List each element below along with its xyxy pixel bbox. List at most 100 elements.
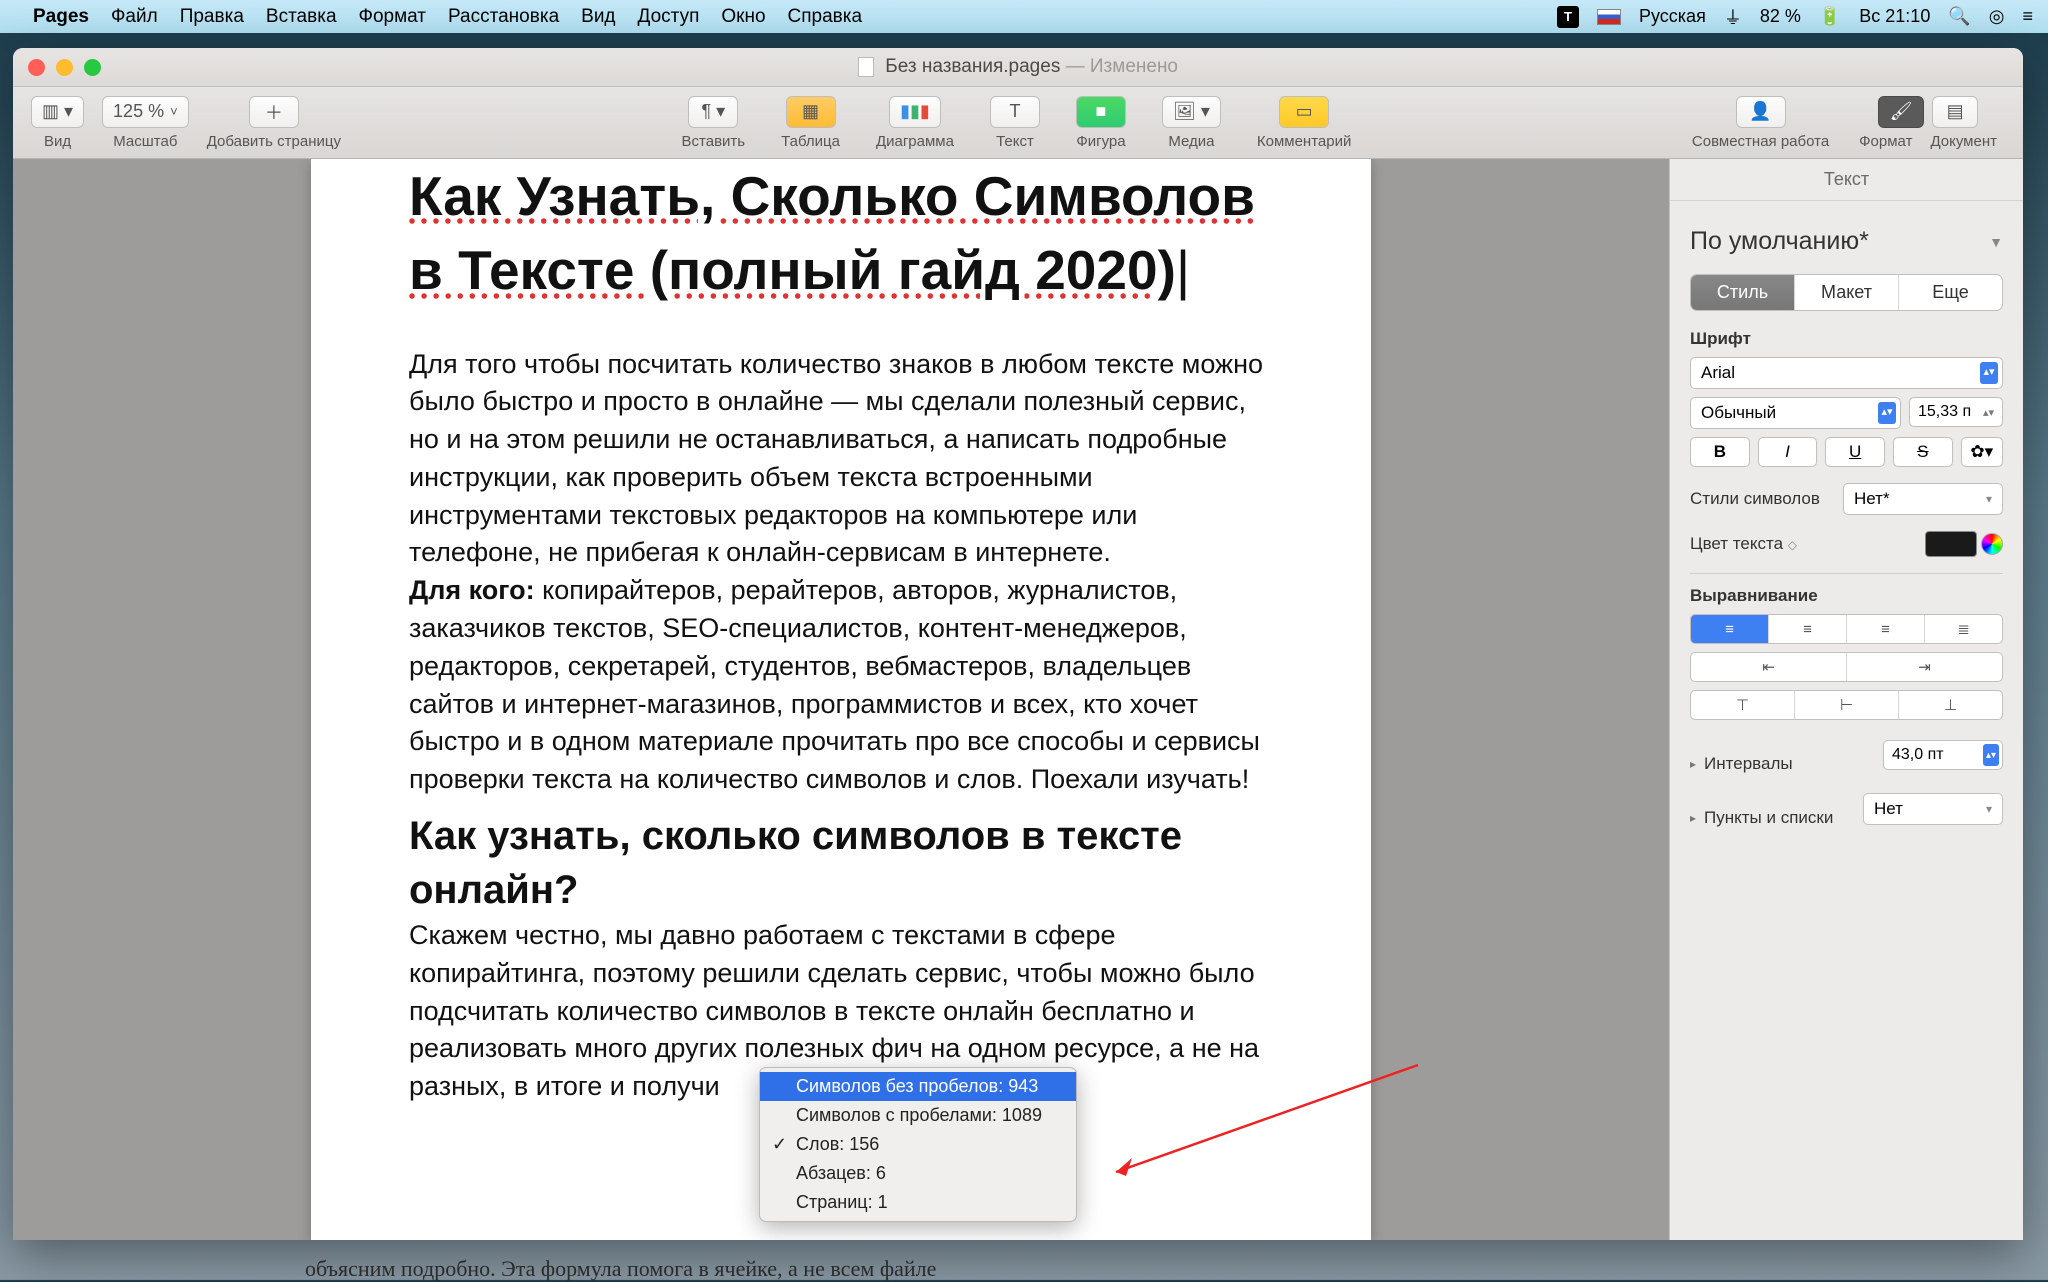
italic-button[interactable]: I	[1758, 437, 1818, 467]
lists-picker[interactable]: Нет▾	[1863, 793, 2003, 825]
document-icon	[858, 57, 874, 77]
valign-top[interactable]: ⊤	[1691, 691, 1795, 719]
window-title: Без названия.pages — Изменено	[13, 56, 2023, 78]
document-label: Документ	[1930, 133, 1997, 150]
outdent-button[interactable]: ⇤	[1691, 653, 1847, 681]
bold-button[interactable]: B	[1690, 437, 1750, 467]
align-right[interactable]: ≡	[1847, 615, 1925, 643]
word-count-popup[interactable]: Символов без пробелов: 943 Символов с пр…	[759, 1067, 1077, 1222]
collaborate-button[interactable]: 👤	[1736, 96, 1786, 128]
font-weight-picker[interactable]: Обычный▴▾	[1690, 397, 1901, 429]
char-styles-picker[interactable]: Нет*▾	[1843, 483, 2003, 515]
inspector-title: Текст	[1670, 159, 2023, 201]
strikethrough-button[interactable]: S	[1893, 437, 1953, 467]
collab-label: Совместная работа	[1692, 133, 1829, 150]
wc-chars-no-spaces[interactable]: Символов без пробелов: 943	[760, 1072, 1076, 1101]
font-family-picker[interactable]: Arial▴▾	[1690, 357, 2003, 389]
valign-bottom[interactable]: ⊥	[1899, 691, 2002, 719]
tab-layout[interactable]: Макет	[1795, 275, 1899, 310]
font-size-stepper[interactable]: 15,33 п▴▾	[1909, 397, 2003, 427]
menu-file[interactable]: Файл	[111, 6, 158, 28]
underline-button[interactable]: U	[1825, 437, 1885, 467]
toolbar: ▥ ▾ Вид 125 %˅ Масштаб ＋ Добавить страни…	[13, 87, 2023, 159]
char-styles-label: Стили символов	[1690, 489, 1820, 509]
align-justify[interactable]: ≣	[1925, 615, 2002, 643]
spotlight-icon[interactable]: 🔍	[1948, 6, 1970, 27]
menu-help[interactable]: Справка	[788, 6, 863, 28]
font-label: Шрифт	[1690, 329, 2003, 349]
doc-heading-2[interactable]: Как узнать, сколько символов в тексте он…	[409, 809, 1273, 917]
media-button[interactable]: 🖼 ▾	[1162, 96, 1221, 128]
doc-paragraph-1[interactable]: Для того чтобы посчитать количество знак…	[409, 346, 1273, 573]
table-label: Таблица	[781, 133, 840, 150]
font-options-button[interactable]: ✿▾	[1961, 437, 2003, 467]
document-button[interactable]: ▤	[1932, 96, 1978, 128]
insert-button[interactable]: ¶ ▾	[688, 96, 738, 128]
canvas-area[interactable]: Как Узнать, Сколько Символов в Тексте (п…	[13, 159, 1669, 1240]
menu-view[interactable]: Вид	[581, 6, 615, 28]
text-input-icon[interactable]: T	[1557, 6, 1579, 28]
siri-icon[interactable]: ◎	[1989, 6, 2005, 27]
wifi-icon[interactable]: ⏚	[1724, 4, 1742, 30]
pages-window: Без названия.pages — Изменено ▥ ▾ Вид 12…	[13, 48, 2023, 1240]
text-color-label: Цвет текста ◇	[1690, 534, 1797, 554]
format-label: Формат	[1859, 133, 1912, 150]
input-language[interactable]: Русская	[1639, 6, 1706, 27]
valign-middle[interactable]: ⊢	[1795, 691, 1899, 719]
menu-arrange[interactable]: Расстановка	[448, 6, 559, 28]
color-wheel-button[interactable]	[1981, 533, 2003, 555]
menu-window[interactable]: Окно	[721, 6, 765, 28]
menubar: Pages Файл Правка Вставка Формат Расстан…	[0, 0, 2048, 33]
tab-more[interactable]: Еще	[1899, 275, 2002, 310]
app-name[interactable]: Pages	[33, 6, 89, 28]
text-button[interactable]: T	[990, 96, 1040, 128]
shape-label: Фигура	[1076, 133, 1125, 150]
view-label: Вид	[44, 133, 71, 150]
spacing-disclosure[interactable]: ▸Интервалы	[1690, 754, 1793, 774]
vertical-alignment[interactable]: ⊤ ⊢ ⊥	[1690, 690, 2003, 720]
menu-edit[interactable]: Правка	[180, 6, 244, 28]
titlebar: Без названия.pages — Изменено	[13, 48, 2023, 87]
spacing-value[interactable]: 43,0 пт▴▾	[1883, 740, 2003, 770]
align-left[interactable]: ≡	[1691, 615, 1769, 643]
chart-button[interactable]: ▮▮▮	[889, 96, 941, 128]
indent-button[interactable]: ⇥	[1847, 653, 2002, 681]
battery-percent[interactable]: 82 %	[1760, 6, 1801, 27]
text-label: Текст	[996, 133, 1034, 150]
doc-paragraph-2[interactable]: Для кого: копирайтеров, рерайтеров, авто…	[409, 572, 1273, 799]
comment-label: Комментарий	[1257, 133, 1351, 150]
clock[interactable]: Вс 21:10	[1859, 6, 1930, 27]
indent-controls[interactable]: ⇤ ⇥	[1690, 652, 2003, 682]
zoom-button[interactable]: 125 %˅	[102, 96, 189, 128]
menu-share[interactable]: Доступ	[638, 6, 700, 28]
shape-button[interactable]: ■	[1076, 96, 1126, 128]
inspector-tabs[interactable]: Стиль Макет Еще	[1690, 274, 2003, 311]
menu-format[interactable]: Формат	[359, 6, 427, 28]
battery-icon[interactable]: 🔋	[1819, 6, 1841, 27]
media-label: Медиа	[1168, 133, 1214, 150]
document-name[interactable]: Без названия.pages	[885, 56, 1060, 77]
wc-words[interactable]: ✓Слов: 156	[760, 1130, 1076, 1159]
view-button[interactable]: ▥ ▾	[31, 96, 84, 128]
format-inspector: Текст По умолчанию*▼ Стиль Макет Еще Шри…	[1669, 159, 2023, 1240]
format-button[interactable]: 🖌	[1878, 96, 1924, 128]
wc-pages[interactable]: Страниц: 1	[760, 1188, 1076, 1217]
align-center[interactable]: ≡	[1769, 615, 1847, 643]
lists-disclosure[interactable]: ▸Пункты и списки	[1690, 808, 1833, 828]
horizontal-alignment[interactable]: ≡ ≡ ≡ ≣	[1690, 614, 2003, 644]
wc-chars-with-spaces[interactable]: Символов с пробелами: 1089	[760, 1101, 1076, 1130]
wc-paragraphs[interactable]: Абзацев: 6	[760, 1159, 1076, 1188]
comment-button[interactable]: ▭	[1279, 96, 1329, 128]
add-page-button[interactable]: ＋	[249, 96, 299, 128]
input-flag-icon[interactable]	[1597, 9, 1621, 25]
control-center-icon[interactable]: ≡	[2022, 6, 2033, 27]
menu-insert[interactable]: Вставка	[266, 6, 337, 28]
alignment-label: Выравнивание	[1690, 586, 2003, 606]
doc-heading-1[interactable]: Как Узнать, Сколько Символов в Тексте (п…	[409, 159, 1273, 308]
chart-label: Диаграмма	[876, 133, 954, 150]
table-button[interactable]: ▦	[786, 96, 836, 128]
text-color-swatch[interactable]	[1925, 531, 1977, 557]
tab-style[interactable]: Стиль	[1691, 275, 1795, 310]
modified-indicator: — Изменено	[1060, 56, 1178, 77]
paragraph-style-picker[interactable]: По умолчанию*▼	[1690, 215, 2003, 274]
